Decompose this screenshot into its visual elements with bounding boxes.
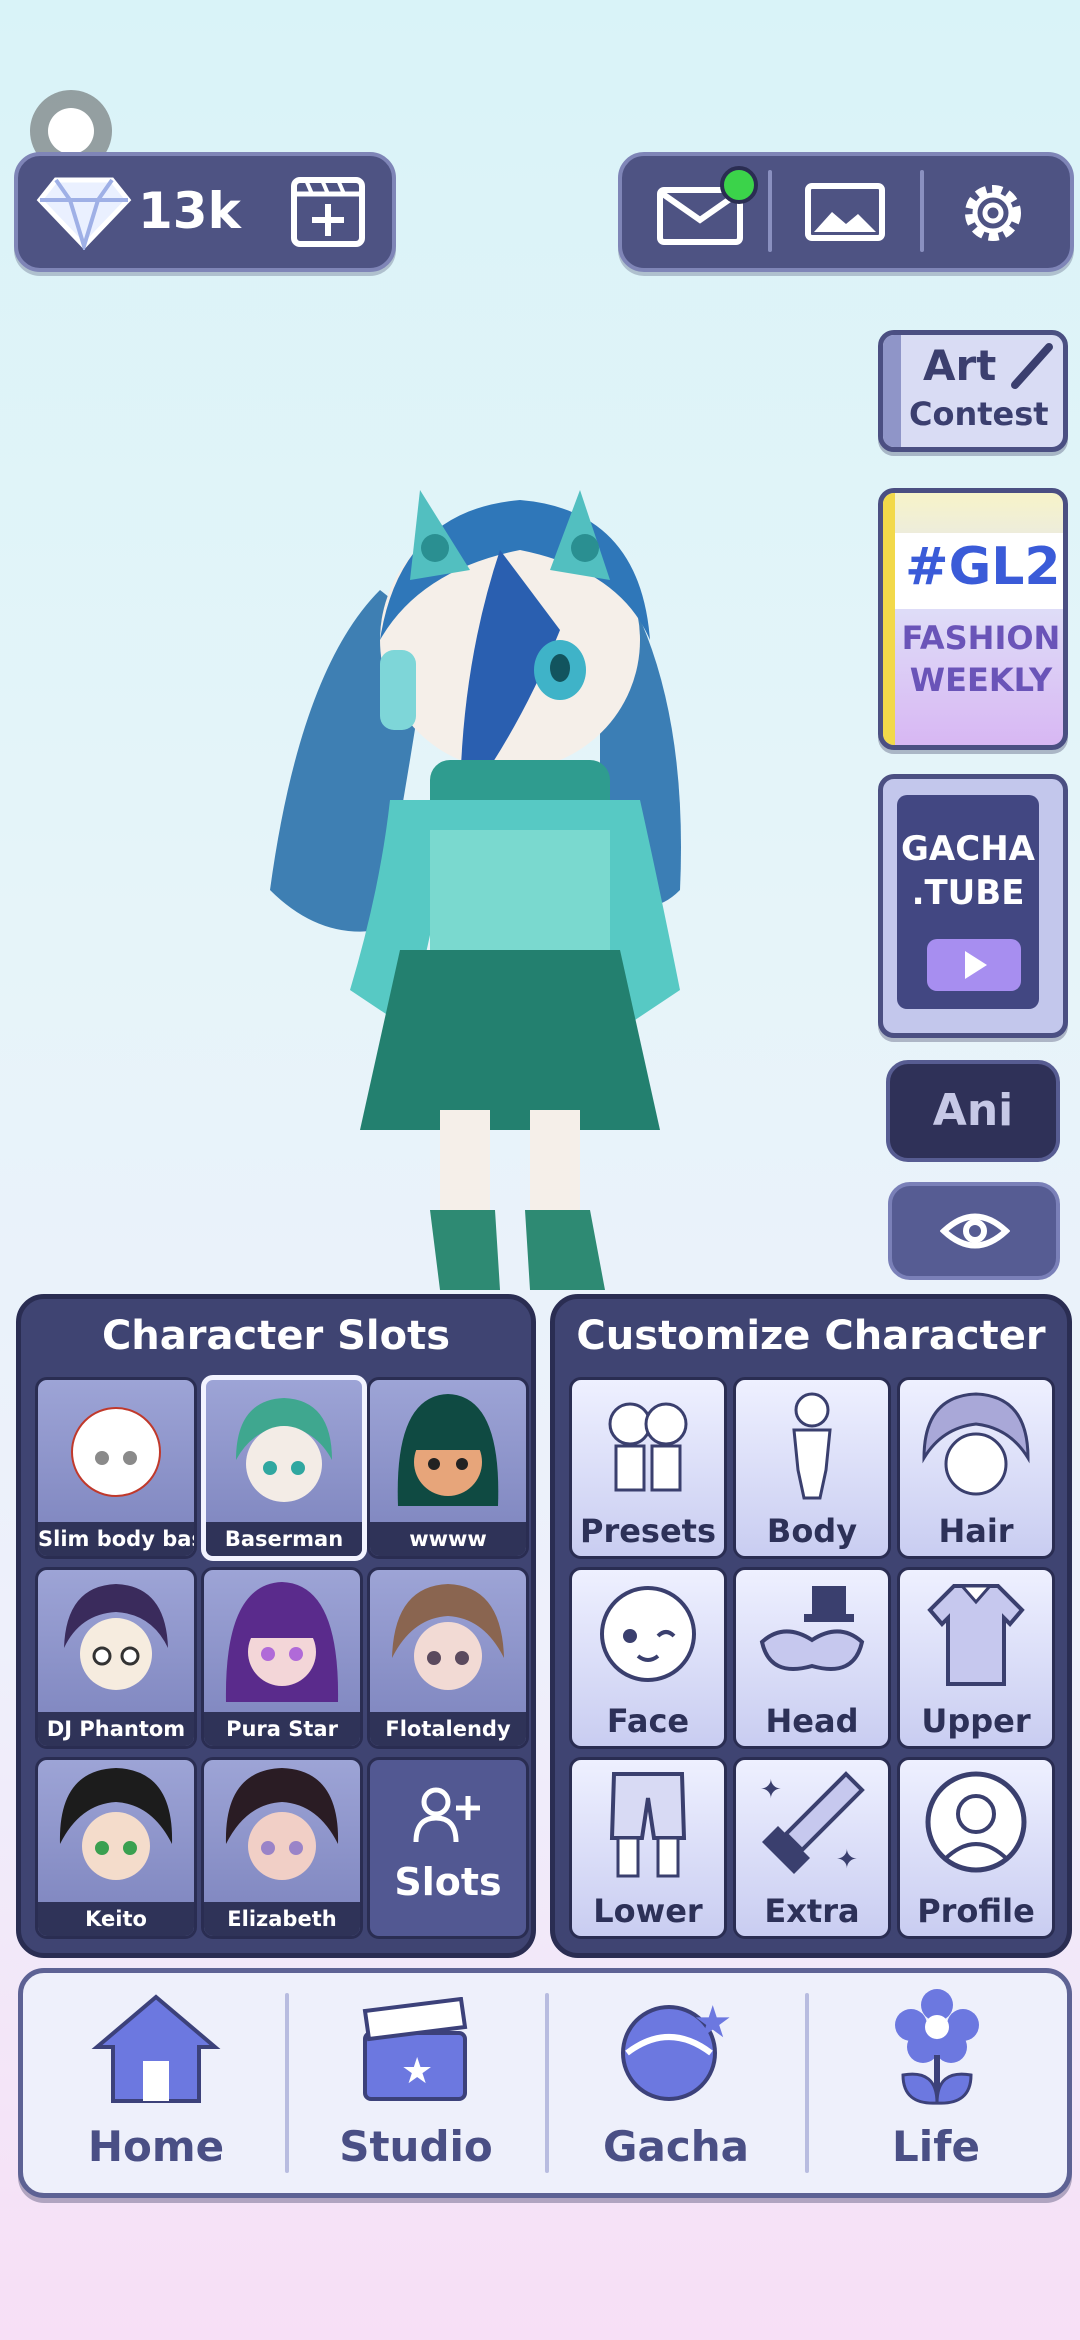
character-slot[interactable]: Slim body bas [35, 1377, 197, 1559]
svg-text:✦: ✦ [836, 1845, 858, 1875]
svg-text:✦: ✦ [760, 1775, 782, 1805]
pencil-icon [1007, 339, 1057, 393]
profile-icon [922, 1768, 1030, 1882]
character-slot[interactable]: DJ Phantom [35, 1567, 197, 1749]
add-user-icon [412, 1786, 484, 1846]
customize-label: Hair [938, 1512, 1014, 1550]
top-menu-bar [618, 152, 1074, 272]
customize-title: Customize Character [576, 1313, 1046, 1359]
diamond-icon [36, 174, 132, 253]
hair-icon [914, 1388, 1038, 1504]
notification-dot [720, 166, 758, 204]
nav-life[interactable]: Life [807, 1973, 1065, 2193]
customize-body[interactable]: Body [733, 1377, 891, 1559]
gallery-icon[interactable] [804, 180, 886, 244]
customize-label: Face [606, 1702, 690, 1740]
slot-label: Flotalendy [370, 1712, 526, 1746]
nav-label: Studio [339, 2122, 493, 2171]
body-icon [772, 1390, 852, 1506]
add-slots-label: Slots [394, 1860, 502, 1904]
currency-bar: 13k [14, 152, 396, 272]
gl2-tag: #GL2 [905, 537, 1061, 597]
gem-count: 13k [138, 182, 241, 240]
customize-hair[interactable]: Hair [897, 1377, 1055, 1559]
nav-gacha[interactable]: ★ Gacha [547, 1973, 805, 2193]
slot-label: wwww [370, 1522, 526, 1556]
face-icon [594, 1580, 702, 1692]
character-slot[interactable]: wwww [367, 1377, 529, 1559]
nav-home[interactable]: Home [27, 1973, 285, 2193]
customize-character-panel: Customize Character Presets Body Hair Fa… [550, 1294, 1072, 1958]
bottom-nav: Home ★ Studio ★ Gacha Life [18, 1968, 1072, 2198]
ani-button[interactable]: Ani [886, 1060, 1060, 1162]
character-model[interactable] [260, 470, 740, 1300]
customize-presets[interactable]: Presets [569, 1377, 727, 1559]
presets-icon [592, 1390, 702, 1504]
nav-label: Gacha [603, 2122, 749, 2171]
gl2-line2: WEEKLY [909, 661, 1053, 699]
slot-label: Slim body bas [38, 1522, 194, 1556]
customize-label: Extra [764, 1892, 860, 1930]
gacha-tube-button[interactable]: GACHA .TUBE [878, 774, 1068, 1038]
character-slots-panel: Character Slots Slim body bas Baserman w… [16, 1294, 536, 1958]
svg-text:★: ★ [401, 2051, 433, 2092]
character-slots-title: Character Slots [101, 1313, 451, 1359]
watch-ad-add-icon[interactable] [290, 176, 366, 248]
customize-upper[interactable]: Upper [897, 1567, 1055, 1749]
character-slot[interactable]: Keito [35, 1757, 197, 1939]
customize-head[interactable]: Head [733, 1567, 891, 1749]
customize-label: Head [765, 1702, 859, 1740]
gl2-line1: FASHION [901, 619, 1061, 657]
slot-label: Baserman [206, 1522, 362, 1556]
svg-text:★: ★ [693, 1997, 732, 2048]
customize-label: Body [766, 1512, 858, 1550]
flower-icon [887, 1985, 987, 2113]
nav-label: Life [892, 2122, 980, 2171]
hide-ui-button[interactable] [888, 1182, 1060, 1280]
slot-label: Keito [38, 1902, 194, 1936]
pants-icon [604, 1768, 692, 1884]
sword-icon: ✦ ✦ [754, 1768, 870, 1884]
gear-icon[interactable] [954, 174, 1032, 252]
art-contest-button[interactable]: Art Contest [878, 330, 1068, 452]
head-accessory-icon [754, 1582, 870, 1696]
gacha-tube-line2: .TUBE [911, 873, 1025, 913]
customize-label: Lower [593, 1892, 703, 1930]
customize-profile[interactable]: Profile [897, 1757, 1055, 1939]
shirt-icon [924, 1580, 1028, 1694]
fashion-weekly-button[interactable]: #GL2 FASHION WEEKLY [878, 488, 1068, 750]
slot-label: Elizabeth [204, 1902, 360, 1936]
art-contest-line1: Art [923, 341, 997, 390]
customize-lower[interactable]: Lower [569, 1757, 727, 1939]
slot-label: DJ Phantom [38, 1712, 194, 1746]
customize-label: Upper [921, 1702, 1031, 1740]
character-slot-selected[interactable]: Baserman [201, 1375, 367, 1561]
customize-face[interactable]: Face [569, 1567, 727, 1749]
nav-label: Home [87, 2122, 225, 2171]
ani-label: Ani [932, 1085, 1014, 1136]
add-slots-button[interactable]: Slots [367, 1757, 529, 1939]
gacha-orb-icon: ★ [613, 1991, 739, 2111]
slot-label: Pura Star [204, 1712, 360, 1746]
character-slot[interactable]: Elizabeth [201, 1757, 363, 1939]
character-slot[interactable]: Pura Star [201, 1567, 363, 1749]
eye-icon [939, 1206, 1011, 1256]
customize-label: Presets [579, 1512, 717, 1550]
house-icon [91, 1991, 221, 2111]
art-contest-line2: Contest [909, 395, 1049, 433]
character-slot[interactable]: Flotalendy [367, 1567, 529, 1749]
gacha-tube-line1: GACHA [901, 829, 1035, 869]
play-icon [927, 939, 1021, 991]
customize-extra[interactable]: ✦ ✦ Extra [733, 1757, 891, 1939]
clapperboard-icon: ★ [357, 1996, 473, 2107]
customize-label: Profile [917, 1892, 1035, 1930]
nav-studio[interactable]: ★ Studio [287, 1973, 545, 2193]
